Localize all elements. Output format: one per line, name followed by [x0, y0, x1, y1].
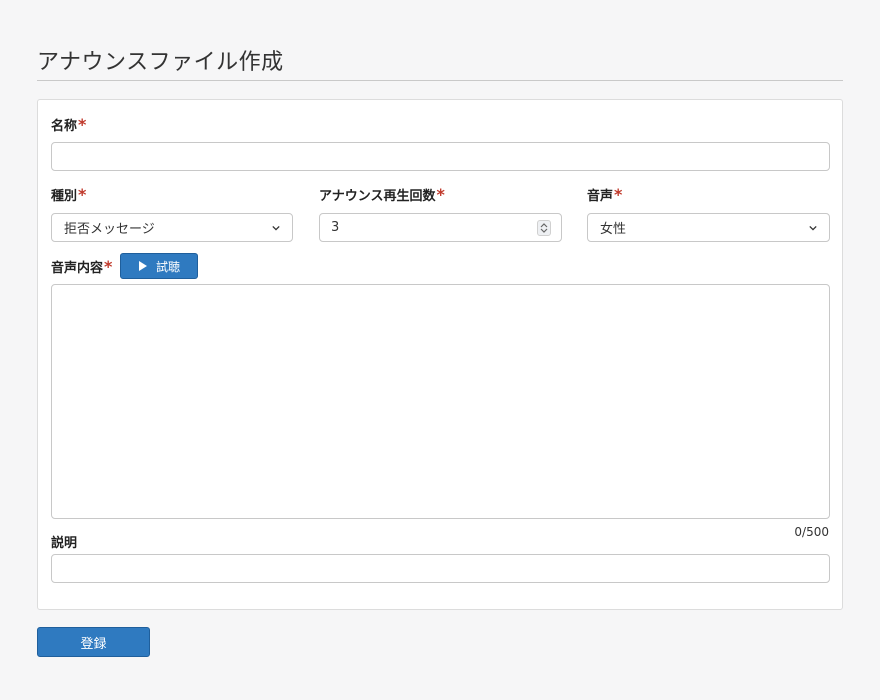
chevron-down-icon: [809, 225, 817, 231]
voice-select-value: 女性: [600, 222, 627, 237]
type-label-text: 種別: [51, 189, 78, 204]
preview-button-label: 試聴: [155, 259, 180, 274]
required-mark: *: [78, 115, 87, 134]
required-mark: *: [104, 257, 113, 276]
title-divider: [37, 80, 843, 81]
content-textarea[interactable]: [51, 284, 830, 519]
char-counter: 0/500: [794, 525, 829, 539]
required-mark: *: [436, 185, 445, 204]
name-input[interactable]: [51, 142, 830, 171]
voice-select[interactable]: 女性: [587, 213, 830, 242]
description-input[interactable]: [51, 554, 830, 583]
name-label-text: 名称: [51, 119, 78, 134]
content-label: 音声内容*: [51, 257, 112, 276]
number-stepper-icon[interactable]: [537, 219, 551, 236]
submit-button[interactable]: 登録: [37, 627, 150, 657]
repeat-label: アナウンス再生回数*: [319, 185, 445, 204]
chevron-down-icon: [272, 225, 280, 231]
required-mark: *: [614, 185, 623, 204]
preview-button[interactable]: 試聴: [120, 253, 198, 279]
required-mark: *: [78, 185, 87, 204]
type-select[interactable]: 拒否メッセージ: [51, 213, 293, 242]
repeat-count-input[interactable]: 3: [319, 213, 562, 242]
page-title: アナウンスファイル作成: [37, 50, 284, 75]
name-label-overlay: 名称*: [51, 115, 86, 134]
repeat-count-value: 3: [331, 220, 340, 235]
content-label-text: 音声内容: [51, 261, 104, 276]
repeat-label-text: アナウンス再生回数: [319, 189, 436, 204]
play-icon: [138, 261, 147, 271]
description-label: 説明: [51, 536, 78, 551]
voice-label: 音声*: [587, 185, 622, 204]
type-select-value: 拒否メッセージ: [64, 222, 155, 237]
type-label: 種別*: [51, 185, 86, 204]
voice-label-text: 音声: [587, 189, 614, 204]
